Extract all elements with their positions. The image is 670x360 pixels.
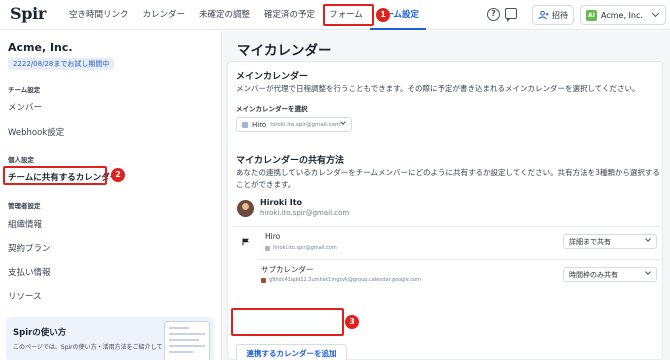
- nav-item-calendar[interactable]: カレンダー: [136, 0, 193, 30]
- help-promo-card[interactable]: Spirの使い方 このページでは、Spirの使い方・活用方法をご紹介しています。: [6, 317, 214, 360]
- calendar-row: サブカレンダー g9hdc41qdd12.3umhsk1mgsvk@group.…: [258, 259, 660, 289]
- calendar-id: g9hdc41qdd12.3umhsk1mgsvk@group.calendar…: [261, 277, 421, 283]
- chat-bubble-icon[interactable]: [505, 8, 517, 22]
- account-name: Acme, Inc.: [601, 10, 643, 20]
- sharing-description-line1: あなたの連携しているカレンダーをチームメンバーにどのように共有するか設定してくだ…: [236, 168, 660, 177]
- account-switcher[interactable]: AI Acme, Inc.: [580, 5, 666, 25]
- calendar-color-swatch: [242, 121, 248, 128]
- invite-button[interactable]: 招待: [532, 5, 574, 25]
- promo-text: このページでは、Spirの使い方・活用方法をご紹介しています。: [13, 344, 163, 351]
- sidebar-item-billing[interactable]: 支払い情報: [8, 266, 51, 278]
- main-calendar-select-label: メインカレンダーを選択: [236, 105, 308, 113]
- section-admin-settings: 管理者設定: [8, 202, 41, 210]
- nav-item-confirmed[interactable]: 確定済の予定: [257, 0, 322, 30]
- sharing-description-line2: ことができます。: [236, 180, 296, 189]
- annotation-box-1: [323, 4, 374, 26]
- invite-label: 招待: [552, 10, 568, 20]
- chevron-down-icon: [645, 236, 651, 242]
- user-email: hiroki.ito.spir@gmail.com: [260, 209, 350, 217]
- question-circle-icon[interactable]: ?: [487, 8, 500, 21]
- main-calendar-heading: メインカレンダー: [236, 72, 309, 82]
- calendar-row: Hiro hiroki.ito.spir@gmail.com 詳細まで共有: [232, 226, 660, 254]
- primary-flag-icon: [242, 238, 249, 246]
- annotation-badge-1: 1: [376, 8, 390, 22]
- calendar-color-swatch: [261, 277, 266, 283]
- sharing-heading: マイカレンダーの共有方法: [236, 156, 345, 166]
- annotation-badge-3: 3: [345, 315, 359, 329]
- promo-thumbnail: [164, 321, 210, 360]
- calendar-name: Hiro: [265, 232, 281, 241]
- org-name: Acme, Inc.: [8, 41, 73, 54]
- selected-calendar-email: hiroki.ito.spir@gmail.com: [270, 121, 341, 128]
- calendar-id-text: g9hdc41qdd12.3umhsk1mgsvk@group.calendar…: [269, 277, 422, 283]
- main-calendar-description: メンバーが代理で日程調整を行うこともできます。その際に予定が書き込まれるメインカ…: [236, 84, 640, 93]
- sidebar-item-plan[interactable]: 契約プラン: [8, 242, 51, 254]
- annotation-box-3: [231, 308, 344, 336]
- nav-item-pending[interactable]: 未確定の調整: [192, 0, 257, 30]
- add-user-icon: [538, 10, 549, 20]
- calendar-id-text: hiroki.ito.spir@gmail.com: [273, 245, 337, 251]
- annotation-box-2: [3, 166, 107, 185]
- calendar-name: サブカレンダー: [261, 265, 314, 274]
- share-mode-value: 詳細まで共有: [569, 237, 611, 246]
- chevron-down-icon: [340, 119, 346, 125]
- chevron-down-icon: [645, 269, 651, 275]
- promo-title: Spirの使い方: [13, 328, 67, 338]
- section-personal-settings: 個人設定: [8, 156, 34, 164]
- user-avatar: [237, 200, 254, 217]
- calendar-color-swatch: [265, 245, 270, 251]
- calendar-id: hiroki.ito.spir@gmail.com: [265, 245, 337, 251]
- main-calendar-select[interactable]: Hiro hiroki.ito.spir@gmail.com: [236, 117, 352, 132]
- trial-badge: 2222/08/28までお試し期間中: [8, 58, 115, 70]
- page-title: マイカレンダー: [237, 43, 332, 59]
- user-name: Hiroki Ito: [260, 198, 303, 207]
- nav-item-availability-links[interactable]: 空き時間リンク: [62, 0, 136, 30]
- section-team-settings: チーム設定: [8, 86, 41, 94]
- add-calendar-button[interactable]: 連携するカレンダーを追加: [236, 344, 347, 360]
- share-mode-value: 時間枠のみ共有: [569, 270, 618, 279]
- account-avatar: AI: [586, 9, 597, 21]
- sidebar-item-resources[interactable]: リソース: [8, 290, 42, 302]
- sidebar-item-org-info[interactable]: 組織情報: [8, 218, 42, 230]
- sidebar-item-webhook[interactable]: Webhook設定: [8, 126, 64, 138]
- sidebar-item-members[interactable]: メンバー: [8, 101, 42, 113]
- share-mode-select[interactable]: 時間枠のみ共有: [563, 267, 657, 282]
- chevron-down-icon: [651, 9, 659, 18]
- settings-sidebar: Acme, Inc. 2222/08/28までお試し期間中 チーム設定 メンバー…: [0, 31, 222, 360]
- spir-logo[interactable]: Spir: [10, 4, 46, 23]
- share-mode-select[interactable]: 詳細まで共有: [563, 234, 657, 249]
- selected-calendar-name: Hiro: [252, 120, 267, 129]
- annotation-badge-2: 2: [111, 168, 125, 182]
